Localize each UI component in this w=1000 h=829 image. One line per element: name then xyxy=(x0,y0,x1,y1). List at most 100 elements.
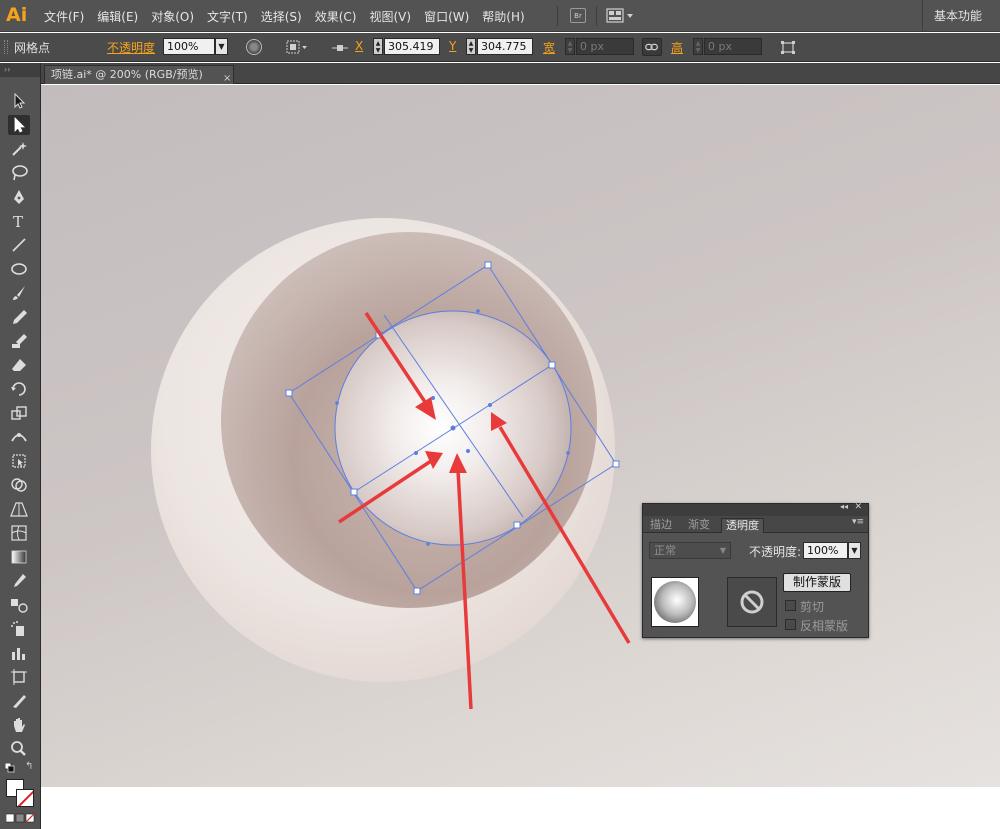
chevron-down-icon: ▼ xyxy=(719,546,726,555)
menu-separator xyxy=(557,6,558,26)
pen-tool-icon[interactable] xyxy=(8,187,30,207)
document-tab-bar: 项链.ai* @ 200% (RGB/预览) × xyxy=(41,63,1000,84)
collapse-icon[interactable]: ◂◂ xyxy=(840,502,848,511)
direct-selection-tool-icon[interactable] xyxy=(8,115,30,135)
width-stepper[interactable]: ▲ ▼ xyxy=(565,38,575,55)
y-input[interactable]: 304.775 xyxy=(477,38,533,55)
zoom-tool-icon[interactable] xyxy=(8,739,30,759)
panel-menu-icon[interactable]: ▾≡ xyxy=(852,517,864,527)
no-mask-icon xyxy=(740,590,764,614)
menu-effect[interactable]: 效果(C) xyxy=(315,8,357,25)
opacity-label[interactable]: 不透明度 xyxy=(107,39,155,56)
width-input[interactable]: 0 px xyxy=(576,38,634,55)
mask-thumbnail[interactable] xyxy=(727,577,777,627)
stroke-color-swatch[interactable] xyxy=(16,789,34,807)
panel-title-bar[interactable]: ◂◂ ✕ xyxy=(643,502,868,516)
width-label: 宽 xyxy=(543,41,556,55)
menu-select[interactable]: 选择(S) xyxy=(261,8,302,25)
symbol-sprayer-tool-icon[interactable] xyxy=(8,619,30,639)
width-tool-icon[interactable] xyxy=(8,427,30,447)
line-tool-icon[interactable] xyxy=(8,235,30,255)
y-label: Y xyxy=(449,39,457,53)
transparency-panel: ◂◂ ✕ 描边 渐变 透明度 ▾≡ 正常 ▼ 不透明度: 100% ▼ 制作蒙版… xyxy=(642,502,869,638)
height-input[interactable]: 0 px xyxy=(704,38,762,55)
gradient-tool-icon[interactable] xyxy=(8,547,30,567)
opacity-input[interactable]: 100% xyxy=(163,38,215,55)
make-mask-button[interactable]: 制作蒙版 xyxy=(783,573,851,592)
menu-help[interactable]: 帮助(H) xyxy=(482,8,524,25)
bridge-button[interactable]: Br xyxy=(570,8,586,23)
tab-stroke[interactable]: 描边 xyxy=(646,518,676,533)
selection-type-label: 网格点 xyxy=(14,41,51,55)
hand-tool-icon[interactable] xyxy=(8,715,30,735)
reference-point-icon[interactable] xyxy=(331,42,349,54)
mesh-tool-icon[interactable] xyxy=(8,523,30,543)
panel-tabs: 描边 渐变 透明度 ▾≡ xyxy=(643,516,868,533)
menu-window[interactable]: 窗口(W) xyxy=(424,8,469,25)
type-tool-icon[interactable]: T xyxy=(8,211,30,231)
magic-wand-tool-icon[interactable] xyxy=(8,139,30,159)
panel-opacity-dropdown[interactable]: ▼ xyxy=(848,542,861,559)
menu-type[interactable]: 文字(T) xyxy=(207,8,248,25)
arrange-documents-icon[interactable] xyxy=(606,8,636,23)
x-stepper[interactable]: ▲ ▼ xyxy=(373,38,383,55)
opacity-dropdown[interactable]: ▼ xyxy=(215,38,228,55)
panel-opacity-input[interactable]: 100% xyxy=(803,542,848,559)
slice-tool-icon[interactable] xyxy=(8,691,30,711)
menu-separator xyxy=(596,6,597,26)
x-input[interactable]: 305.419 xyxy=(384,38,440,55)
tools-panel: ›› T ↰ xyxy=(0,63,41,829)
pencil-tool-icon[interactable] xyxy=(8,307,30,327)
column-graph-tool-icon[interactable] xyxy=(8,643,30,663)
artwork-thumbnail[interactable] xyxy=(651,577,699,627)
control-bar-grip[interactable] xyxy=(4,40,8,54)
eyedropper-tool-icon[interactable] xyxy=(8,571,30,591)
x-label: X xyxy=(355,39,364,53)
artboard-tool-icon[interactable] xyxy=(8,667,30,687)
menu-edit[interactable]: 编辑(E) xyxy=(97,8,138,25)
blend-tool-icon[interactable] xyxy=(8,595,30,615)
panel-opacity-label: 不透明度: xyxy=(749,545,802,559)
tab-transparency[interactable]: 透明度 xyxy=(721,518,764,533)
paintbrush-tool-icon[interactable] xyxy=(8,283,30,303)
thumbnail-sphere xyxy=(654,581,696,623)
artboard-canvas[interactable] xyxy=(41,85,1000,787)
menu-list: 文件(F) 编辑(E) 对象(O) 文字(T) 选择(S) 效果(C) 视图(V… xyxy=(44,0,538,32)
height-stepper[interactable]: ▲ ▼ xyxy=(693,38,703,55)
clip-label: 剪切 xyxy=(800,600,825,614)
rotate-tool-icon[interactable] xyxy=(8,379,30,399)
default-colors-icon[interactable] xyxy=(5,763,15,773)
align-icon[interactable] xyxy=(286,40,308,55)
blob-brush-tool-icon[interactable] xyxy=(8,331,30,351)
artwork xyxy=(151,218,631,710)
transform-icon[interactable] xyxy=(780,40,796,55)
perspective-grid-tool-icon[interactable] xyxy=(8,499,30,519)
menu-bar: Ai 文件(F) 编辑(E) 对象(O) 文字(T) 选择(S) 效果(C) 视… xyxy=(0,0,1000,32)
shape-builder-tool-icon[interactable] xyxy=(8,475,30,495)
workspace-switcher[interactable]: 基本功能 xyxy=(934,7,982,24)
y-stepper[interactable]: ▲ ▼ xyxy=(466,38,476,55)
canvas-bottom-area xyxy=(41,787,1000,829)
invert-mask-checkbox[interactable] xyxy=(785,619,796,630)
height-label: 高 xyxy=(671,41,684,55)
tab-gradient[interactable]: 渐变 xyxy=(684,518,714,533)
ellipse-tool-icon[interactable] xyxy=(8,259,30,279)
scale-tool-icon[interactable] xyxy=(8,403,30,423)
document-tab[interactable]: 项链.ai* @ 200% (RGB/预览) × xyxy=(44,65,234,84)
color-mode-icons[interactable] xyxy=(6,813,36,823)
selection-tool-icon[interactable] xyxy=(8,91,30,111)
blend-mode-value: 正常 xyxy=(654,544,676,557)
menu-object[interactable]: 对象(O) xyxy=(151,8,194,25)
lasso-tool-icon[interactable] xyxy=(8,163,30,183)
menu-view[interactable]: 视图(V) xyxy=(369,8,411,25)
eraser-tool-icon[interactable] xyxy=(8,355,30,375)
blend-mode-dropdown[interactable]: 正常 ▼ xyxy=(649,542,731,559)
free-transform-tool-icon[interactable] xyxy=(8,451,30,471)
swap-colors-icon[interactable]: ↰ xyxy=(25,761,33,772)
close-icon[interactable]: ✕ xyxy=(854,502,862,512)
recolor-artwork-icon[interactable] xyxy=(246,39,262,55)
menu-file[interactable]: 文件(F) xyxy=(44,8,84,25)
tools-panel-header[interactable]: ›› xyxy=(0,63,40,77)
clip-checkbox[interactable] xyxy=(785,600,796,611)
constrain-proportions-icon[interactable] xyxy=(642,38,662,56)
